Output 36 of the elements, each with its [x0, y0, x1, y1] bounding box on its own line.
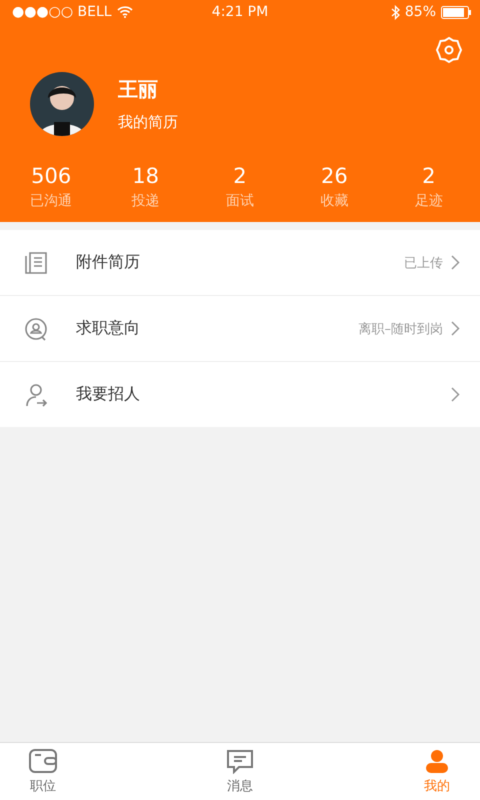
bluetooth-icon: [390, 4, 400, 20]
stat-value: 2: [422, 164, 436, 188]
person-circle-icon: [24, 316, 48, 340]
document-icon: [24, 250, 48, 274]
menu-item[interactable]: 附件简历 已上传: [0, 230, 480, 296]
menu-item-label: 附件简历: [76, 252, 141, 273]
stat-label: 面试: [226, 192, 254, 210]
stat-value: 18: [132, 164, 159, 188]
menu-item-detail: 离职–随时到岗: [358, 320, 443, 338]
stat-value: 506: [31, 164, 72, 188]
chevron-icon: [451, 321, 460, 336]
stat-value: 26: [321, 164, 348, 188]
settings-icon[interactable]: [435, 36, 463, 64]
stat-label: 足迹: [414, 192, 443, 210]
menu-item-label: 求职意向: [76, 318, 141, 339]
message-icon: [225, 748, 255, 774]
stat-label: 已沟通: [30, 192, 72, 210]
battery-icon: [441, 6, 472, 18]
menu-item[interactable]: 求职意向 离职–随时到岗: [0, 296, 480, 362]
user-name: 王丽: [118, 76, 159, 103]
menu-item-label: 我要招人: [76, 384, 141, 405]
chevron-icon: [451, 255, 460, 270]
carrier-text: ●●●○○ BELL: [12, 4, 112, 20]
battery-text: 85%: [404, 4, 436, 20]
menu-item-detail: 已上传: [404, 254, 443, 272]
tab[interactable]: 职位: [18, 743, 68, 800]
tab[interactable]: 消息: [215, 743, 265, 800]
clock-text: 4:21 PM: [210, 4, 270, 20]
menu-item[interactable]: 我要招人: [0, 362, 480, 427]
wallet-icon: [28, 748, 58, 774]
chevron-icon: [451, 387, 460, 402]
person-arrow-icon: [24, 382, 48, 406]
stat-label: 收藏: [320, 192, 348, 210]
wifi-icon: [116, 6, 133, 18]
stat-value: 2: [233, 164, 247, 188]
stat-label: 投递: [132, 192, 160, 210]
